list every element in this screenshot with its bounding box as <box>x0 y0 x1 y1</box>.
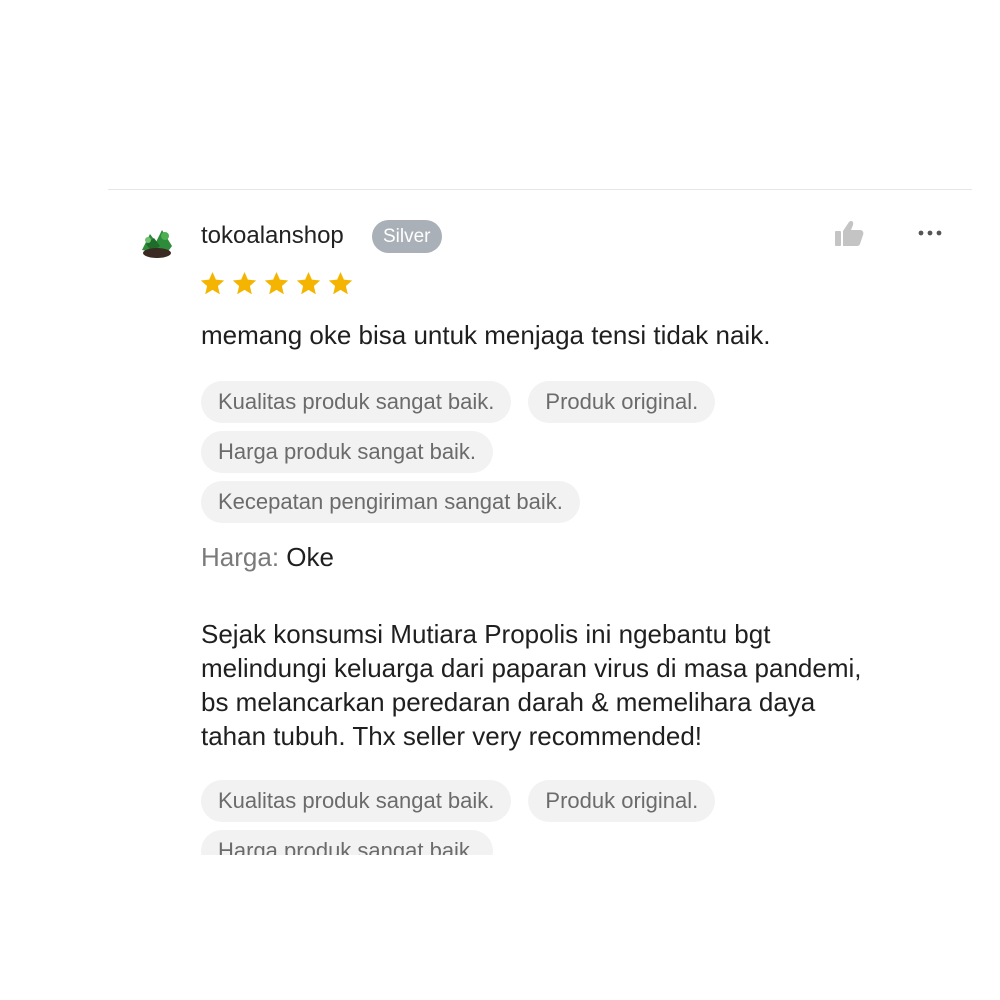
tag-chip[interactable]: Harga produk sangat baik. <box>201 431 494 473</box>
star-icon <box>264 272 289 295</box>
review-card: tokoalanshop Silver memang oke bisa untu… <box>0 0 1000 855</box>
tag-row: Kualitas produk sangat baik. Produk orig… <box>201 381 961 423</box>
review-body: Sejak konsumsi Mutiara Propolis ini ngeb… <box>201 617 971 753</box>
tags-group-2: Kualitas produk sangat baik. Produk orig… <box>201 780 961 855</box>
price-value: Oke <box>286 542 334 572</box>
price-rating: Harga: Oke <box>201 540 334 574</box>
tag-chip[interactable]: Produk original. <box>528 780 716 822</box>
tag-row: Harga produk sangat baik. <box>201 431 961 473</box>
more-horizontal-icon[interactable] <box>914 222 946 244</box>
tag-chip[interactable]: Kualitas produk sangat baik. <box>201 780 512 822</box>
page: tokoalanshop Silver memang oke bisa untu… <box>0 0 1000 1000</box>
star-icon <box>232 272 257 295</box>
thumbs-up-icon[interactable] <box>832 218 866 250</box>
tag-chip[interactable]: Kualitas produk sangat baik. <box>201 381 512 423</box>
review-body-line: Sejak konsumsi Mutiara Propolis ini ngeb… <box>201 619 771 649</box>
review-body-line: bs melancarkan peredaran darah & memelih… <box>201 687 816 717</box>
star-rating <box>199 270 354 297</box>
tag-row: Harga produk sangat baik. <box>201 830 961 855</box>
tag-chip[interactable]: Produk original. <box>528 381 716 423</box>
tag-chip[interactable]: Harga produk sangat baik. <box>201 830 494 855</box>
review-headline: memang oke bisa untuk menjaga tensi tida… <box>201 320 771 350</box>
avatar-image <box>136 220 178 262</box>
star-icon <box>200 272 225 295</box>
tags-group-1: Kualitas produk sangat baik. Produk orig… <box>201 381 961 531</box>
review-body-line: melindungi keluarga dari paparan virus d… <box>201 653 862 683</box>
review-body-line: tahan tubuh. Thx seller very recommended… <box>201 721 703 751</box>
tag-row: Kualitas produk sangat baik. Produk orig… <box>201 780 961 822</box>
star-icon <box>296 272 321 295</box>
avatar[interactable] <box>136 220 178 262</box>
tag-row: Kecepatan pengiriman sangat baik. <box>201 481 961 523</box>
member-badge: Silver <box>372 220 442 253</box>
tag-chip[interactable]: Kecepatan pengiriman sangat baik. <box>201 481 580 523</box>
username[interactable]: tokoalanshop <box>201 222 344 250</box>
star-icon <box>328 272 353 295</box>
price-label: Harga: <box>201 542 280 572</box>
